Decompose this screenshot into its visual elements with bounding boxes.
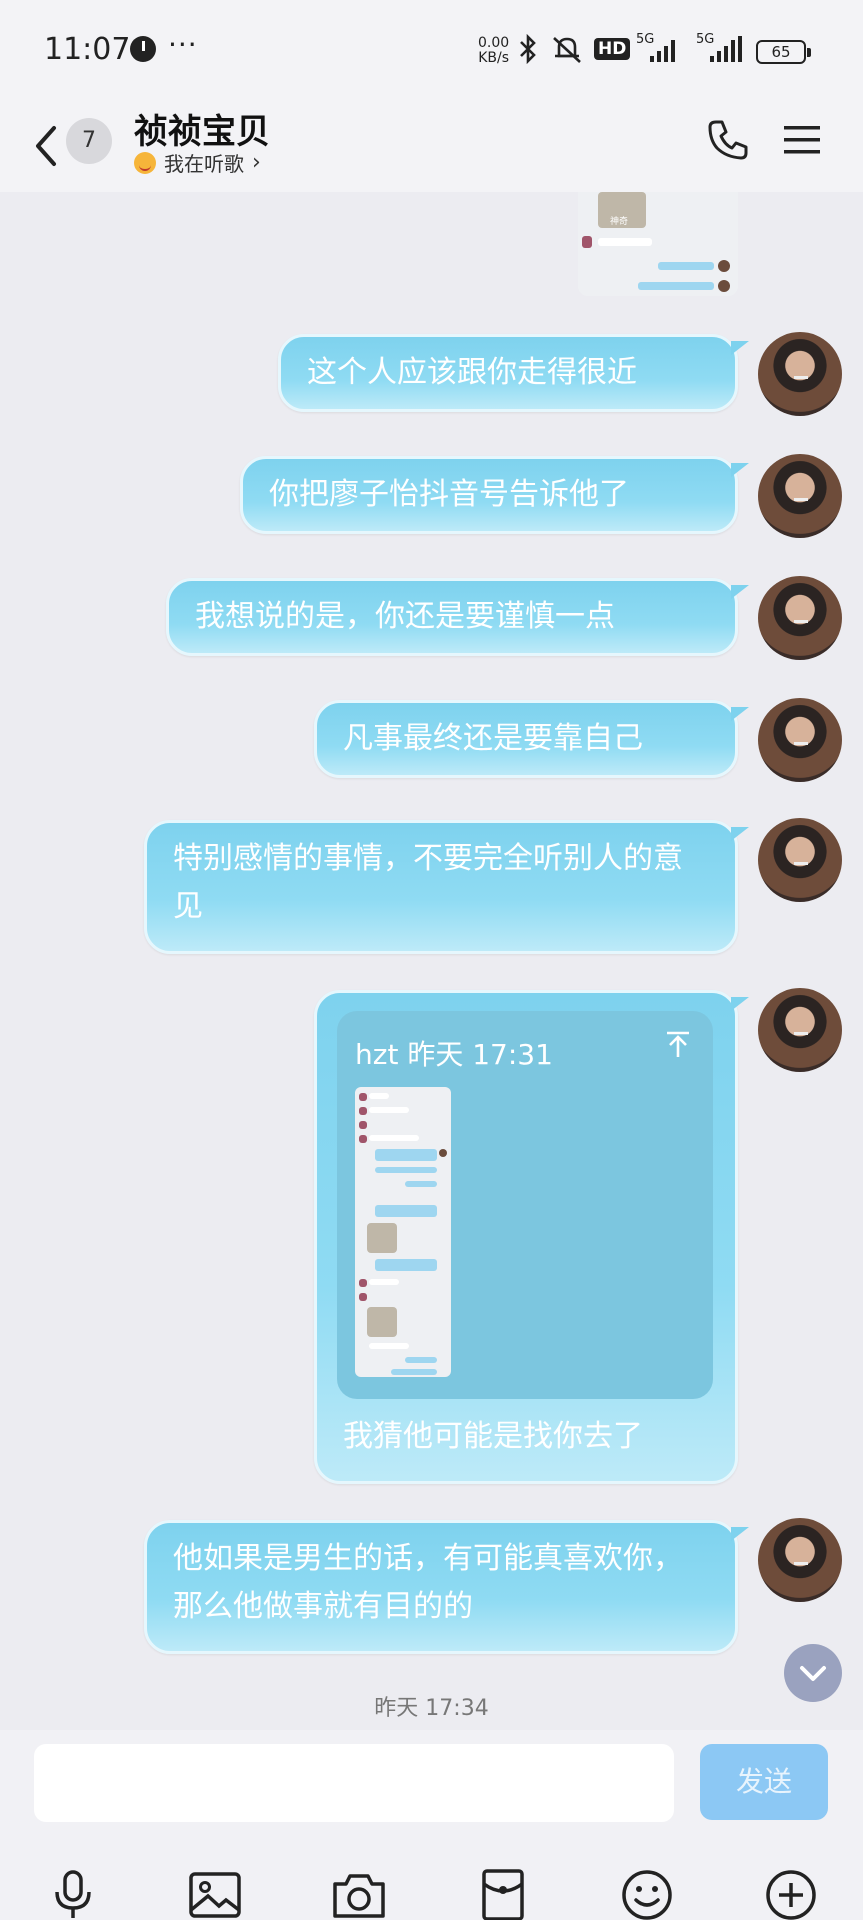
status-text: 我在听歌 (164, 152, 244, 176)
quoted-screenshot-image[interactable] (355, 1087, 451, 1377)
message-text: 凡事最终还是要靠自己 (343, 721, 643, 756)
hd-voice-badge: HD (594, 38, 631, 60)
user-avatar[interactable] (758, 818, 842, 902)
chat-header: 7 祯祯宝贝 我在听歌 › (0, 100, 863, 192)
message-text: 我想说的是，你还是要谨慎一点 (195, 599, 615, 634)
message-bubble[interactable]: 凡事最终还是要靠自己 (314, 700, 749, 778)
network-speed: 0.00 KB/s (478, 36, 509, 66)
phone-call-icon[interactable] (704, 116, 752, 164)
plus-icon[interactable] (762, 1866, 820, 1920)
message-text: 特别感情的事情，不要完全听别人的意见 (173, 841, 683, 924)
clock-time: 11:07 (44, 32, 131, 67)
emoji-icon[interactable] (618, 1866, 676, 1920)
user-avatar[interactable] (758, 454, 842, 538)
mini-avatar (718, 280, 730, 292)
chevron-right-icon: › (252, 150, 261, 175)
message-timestamp: 昨天 17:34 (374, 1696, 489, 1721)
more-notifications-icon: ··· (168, 28, 198, 61)
user-avatar[interactable] (758, 988, 842, 1072)
send-button[interactable]: 发送 (700, 1744, 828, 1820)
camera-icon[interactable] (330, 1866, 388, 1920)
message-bubble[interactable]: 特别感情的事情，不要完全听别人的意见 (144, 820, 749, 954)
network-speed-unit: KB/s (478, 50, 509, 66)
contact-name[interactable]: 祯祯宝贝 (134, 104, 270, 153)
red-packet-icon[interactable] (474, 1866, 532, 1920)
status-bar: 11:07 ··· 0.00 KB/s HD 5G 5G 65 (0, 0, 863, 100)
signal-strength-icon-2 (710, 36, 742, 62)
input-bar: 发送 (0, 1730, 863, 1920)
battery-indicator: 65 (756, 40, 811, 64)
mute-icon (553, 37, 581, 63)
user-avatar[interactable] (758, 332, 842, 416)
mini-message (638, 282, 714, 290)
image-icon[interactable] (186, 1866, 244, 1920)
message-bubble[interactable]: 他如果是男生的话，有可能真喜欢你，那么他做事就有目的的 (144, 1520, 749, 1654)
alarm-icon (130, 36, 156, 62)
message-bubble[interactable]: 这个人应该跟你走得很近 (278, 334, 749, 412)
message-text: 他如果是男生的话，有可能真喜欢你，那么他做事就有目的的 (173, 1541, 683, 1624)
thumbnail-image: 神奇 (598, 192, 646, 228)
bluetooth-icon (520, 34, 536, 64)
jump-to-original-icon[interactable] (663, 1029, 693, 1059)
mini-avatar (582, 236, 592, 248)
quoted-message-card[interactable]: hzt 昨天 17:31 (337, 1011, 713, 1399)
mini-avatar (718, 260, 730, 272)
back-arrow-icon[interactable] (28, 118, 64, 174)
thumbnail-label: 神奇 (610, 217, 629, 227)
message-input[interactable] (34, 1744, 674, 1822)
message-text: 这个人应该跟你走得很近 (307, 355, 637, 390)
user-avatar[interactable] (758, 576, 842, 660)
message-bubble-with-quote[interactable]: hzt 昨天 17:31 我猜他可能是找你去了 (314, 990, 749, 1484)
message-bubble[interactable]: 我想说的是，你还是要谨慎一点 (166, 578, 749, 656)
network-speed-value: 0.00 (478, 35, 510, 51)
forwarded-screenshot-preview[interactable]: 神奇 (578, 192, 738, 296)
menu-icon[interactable] (782, 122, 822, 158)
message-bubble[interactable]: 你把廖子怡抖音号告诉他了 (240, 456, 749, 534)
smile-emoji-icon (134, 151, 156, 174)
user-avatar[interactable] (758, 1518, 842, 1602)
quote-header: hzt 昨天 17:31 (355, 1038, 553, 1071)
message-text: 你把廖子怡抖音号告诉他了 (269, 477, 629, 512)
contact-status[interactable]: 我在听歌 › (134, 148, 261, 177)
chat-message-list[interactable]: 神奇 这个人应该跟你走得很近 你把廖子怡抖音号告诉他了 我想说的是，你还是要谨慎… (0, 192, 863, 1730)
mini-message (658, 262, 714, 270)
user-avatar[interactable] (758, 698, 842, 782)
microphone-icon[interactable] (44, 1866, 102, 1920)
unread-count-badge[interactable]: 7 (66, 118, 112, 164)
mini-message (598, 238, 652, 246)
signal-strength-icon (650, 40, 675, 62)
message-text: 我猜他可能是找你去了 (343, 1419, 643, 1454)
